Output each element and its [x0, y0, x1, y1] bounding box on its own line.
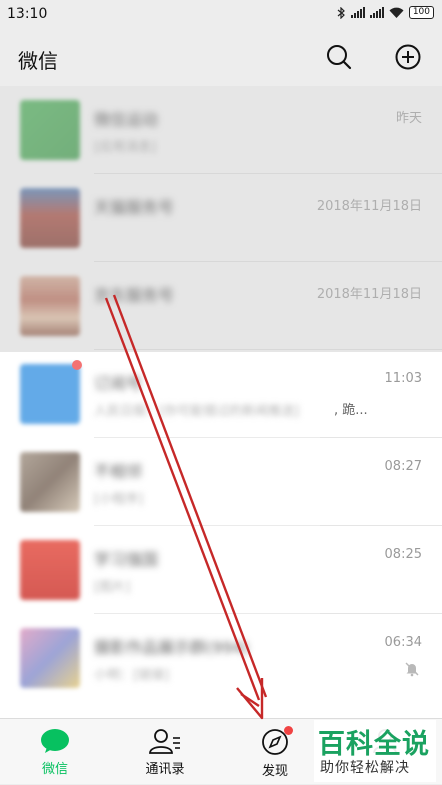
chat-preview: 人民日报：[你可能错过的新闻推送]	[94, 404, 300, 419]
chat-item[interactable]: 摄影作品展示群(994) 小明：[链接] 06:34	[0, 614, 442, 702]
status-time: 13:10	[7, 6, 48, 22]
top-header: 微信	[0, 30, 442, 86]
chat-time: 06:34	[384, 635, 422, 650]
chat-time: 昨天	[395, 111, 422, 126]
plus-circle-icon[interactable]	[394, 43, 422, 71]
cell-signal-icon-2	[369, 7, 384, 18]
tab-chats[interactable]: 微信	[0, 719, 110, 785]
battery-icon: 100	[408, 6, 434, 19]
watermark-subtitle: 助你轻松解决	[320, 760, 410, 776]
unread-dot	[72, 360, 82, 370]
chat-avatar	[20, 540, 80, 600]
status-icons: 100	[337, 6, 434, 19]
chat-avatar	[20, 364, 80, 424]
watermark-logo: 百科全说 助你轻松解决	[314, 720, 436, 782]
chat-avatar	[20, 628, 80, 688]
chat-avatar	[20, 100, 80, 160]
chat-name: 订阅号	[94, 374, 143, 393]
watermark-title: 百科全说	[318, 729, 430, 760]
chat-list: 微信运动 [应用消息] 昨天 天猫服务号 2018年11月18日 京东服务号 2…	[0, 86, 442, 718]
wifi-icon	[389, 7, 404, 18]
chat-bubble-icon	[41, 729, 69, 753]
chat-item[interactable]: 学习强国 [图片] 08:25	[0, 526, 442, 614]
chat-preview-tail: , 跪...	[334, 403, 368, 418]
chat-time: 08:25	[384, 547, 422, 562]
chat-item[interactable]: 京东服务号 2018年11月18日	[0, 262, 442, 350]
chat-avatar	[20, 276, 80, 336]
contacts-icon	[149, 729, 180, 754]
tab-label: 微信	[41, 762, 68, 777]
chat-name: 不相邻	[94, 462, 143, 481]
chat-name: 微信运动	[94, 110, 159, 129]
chat-preview: [小程序]	[94, 492, 144, 507]
chat-preview: [图片]	[94, 580, 131, 595]
status-bar: 13:10 100	[0, 0, 442, 30]
chat-time: 08:27	[384, 459, 422, 474]
bluetooth-icon	[337, 6, 345, 19]
chat-time: 11:03	[384, 371, 422, 386]
chat-name: 学习强国	[94, 550, 159, 569]
chat-avatar	[20, 188, 80, 248]
cell-signal-icon	[350, 7, 365, 18]
tab-label: 通讯录	[145, 762, 185, 777]
discover-badge-dot	[284, 726, 293, 735]
chat-time: 2018年11月18日	[316, 287, 422, 302]
page-title: 微信	[18, 49, 58, 73]
search-icon[interactable]	[325, 43, 353, 71]
chat-item[interactable]: 天猫服务号 2018年11月18日	[0, 174, 442, 262]
chat-name: 京东服务号	[94, 286, 175, 305]
chat-item[interactable]: 不相邻 [小程序] 08:27	[0, 438, 442, 526]
chat-item[interactable]: 微信运动 [应用消息] 昨天	[0, 86, 442, 174]
chat-preview: 小明：[链接]	[94, 668, 170, 683]
chat-name: 摄影作品展示群(994)	[94, 638, 250, 657]
chat-item[interactable]: 订阅号 人民日报：[你可能错过的新闻推送] , 跪... 11:03	[0, 350, 442, 438]
chat-name: 天猫服务号	[94, 198, 175, 217]
chat-time: 2018年11月18日	[316, 199, 422, 214]
tab-contacts[interactable]: 通讯录	[110, 719, 220, 785]
chat-preview: [应用消息]	[94, 140, 157, 155]
mute-bell-icon	[405, 662, 419, 677]
chat-avatar	[20, 452, 80, 512]
